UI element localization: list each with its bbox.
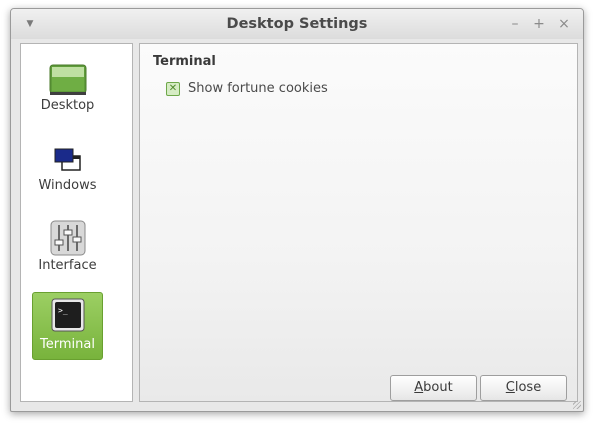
interface-icon [50,220,85,256]
checkbox-label[interactable]: Show fortune cookies [188,81,328,96]
close-button[interactable]: Close [480,375,567,401]
close-window-button[interactable]: × [556,16,572,32]
maximize-button[interactable]: + [531,16,547,32]
title-bar[interactable]: ▼ Desktop Settings – + × [11,9,583,39]
sidebar-item-terminal[interactable]: >_ Terminal [32,292,103,360]
section-title: Terminal [153,54,216,69]
close-mnemonic: C [505,380,515,395]
settings-sidebar: Desktop Windows Interface >_ Terminal [20,43,133,402]
minimize-button[interactable]: – [507,16,523,32]
resize-grip[interactable] [573,401,581,409]
windows-icon [54,148,81,171]
desktop-settings-window: ▼ Desktop Settings – + × Desktop Windows [10,8,584,412]
terminal-icon: >_ [51,298,84,332]
about-button[interactable]: About [390,375,477,401]
about-mnemonic: A [414,380,424,395]
sidebar-item-label: Terminal [40,337,95,352]
window-title: Desktop Settings [226,16,368,32]
desktop-icon [49,64,86,95]
about-label: bout [423,380,453,395]
sidebar-item-desktop[interactable]: Desktop [32,58,103,126]
close-label: lose [514,380,542,395]
svg-text:>_: >_ [58,306,68,315]
sidebar-item-interface[interactable]: Interface [32,218,103,286]
sidebar-item-label: Desktop [40,98,95,113]
sidebar-item-label: Windows [38,178,97,193]
sidebar-item-label: Interface [38,258,97,273]
show-fortune-cookies-checkbox[interactable]: ✕ [166,82,180,96]
terminal-settings-panel: Terminal ✕ Show fortune cookies About Cl… [139,43,578,402]
sidebar-item-windows[interactable]: Windows [32,138,103,206]
